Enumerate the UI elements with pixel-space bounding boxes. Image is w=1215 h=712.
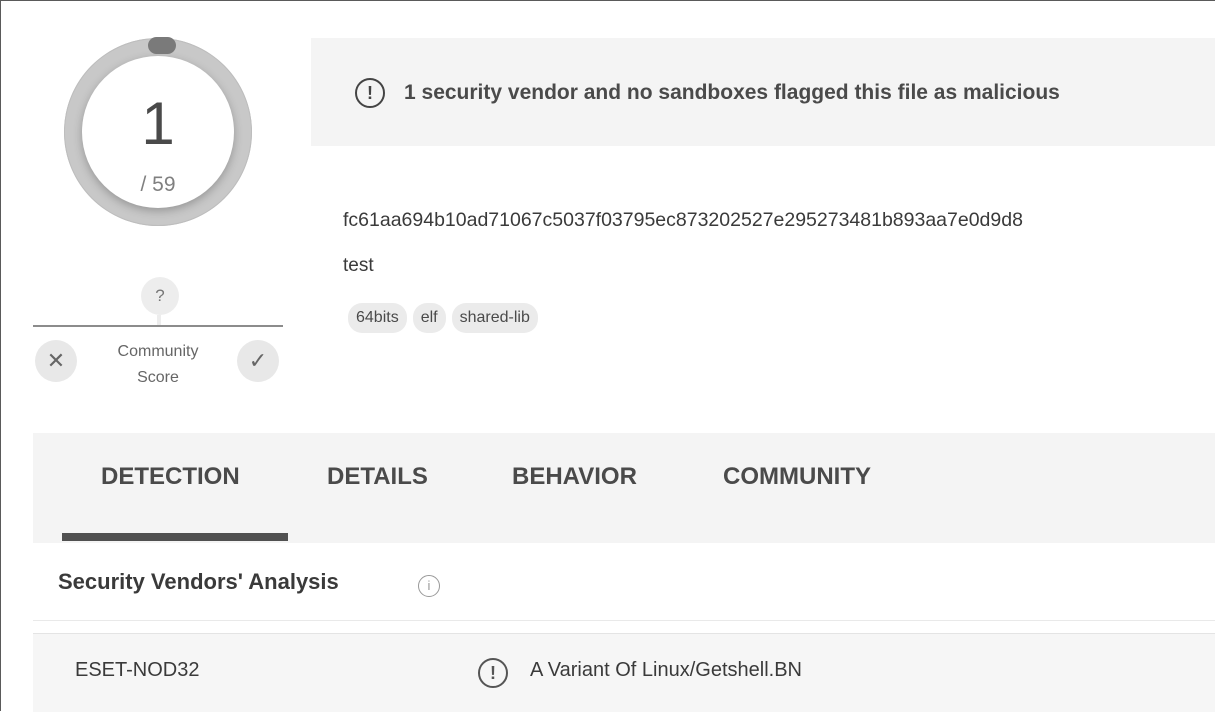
- detection-score-circle: 1 / 59: [82, 56, 234, 208]
- vote-harmless-button[interactable]: ✓: [237, 340, 279, 382]
- vendor-name: ESET-NOD32: [75, 659, 200, 681]
- file-tags: 64bits elf shared-lib: [348, 303, 538, 333]
- community-label-text: Community Score: [117, 343, 199, 386]
- exclamation-circle-icon: !: [478, 658, 508, 688]
- active-tab-indicator: [62, 533, 288, 541]
- page-frame: 1 / 59 ? ✕ Community Score ✓ ! 1 security…: [0, 0, 1215, 712]
- check-icon: ✓: [248, 348, 268, 373]
- score-ring-knob: [148, 37, 176, 54]
- tab-detection[interactable]: DETECTION: [101, 463, 240, 491]
- community-score-value: ?: [141, 277, 179, 315]
- tab-community[interactable]: COMMUNITY: [723, 463, 871, 491]
- detection-count: 1: [141, 90, 175, 157]
- tab-details[interactable]: DETAILS: [327, 463, 428, 491]
- vendor-result: A Variant Of Linux/Getshell.BN: [530, 659, 802, 681]
- report-tabs: DETECTION DETAILS BEHAVIOR COMMUNITY: [33, 433, 1215, 543]
- detection-alert-banner: ! 1 security vendor and no sandboxes fla…: [311, 38, 1215, 146]
- community-score-bar: [33, 325, 283, 327]
- detection-score-ring: 1 / 59: [64, 37, 252, 226]
- detection-alert-text: 1 security vendor and no sandboxes flagg…: [404, 81, 1060, 104]
- file-tag[interactable]: shared-lib: [451, 303, 538, 333]
- file-name: test: [343, 255, 374, 276]
- section-title: Security Vendors' Analysis: [58, 569, 339, 594]
- detection-total: / 59: [140, 173, 176, 196]
- community-score: ? ✕ Community Score ✓: [33, 277, 283, 397]
- close-icon: ✕: [46, 348, 66, 373]
- info-icon[interactable]: i: [418, 575, 440, 597]
- tab-behavior[interactable]: BEHAVIOR: [512, 463, 637, 491]
- community-score-label: Community Score: [93, 339, 223, 391]
- divider: [33, 620, 1215, 621]
- vote-harmful-button[interactable]: ✕: [35, 340, 77, 382]
- file-info-panel: fc61aa694b10ad71067c5037f03795ec87320252…: [311, 146, 1215, 378]
- file-tag[interactable]: 64bits: [348, 303, 407, 333]
- exclamation-circle-icon: !: [355, 78, 385, 108]
- file-tag[interactable]: elf: [412, 303, 446, 333]
- file-hash[interactable]: fc61aa694b10ad71067c5037f03795ec87320252…: [343, 209, 1023, 232]
- table-row: ESET-NOD32 ! A Variant Of Linux/Getshell…: [33, 633, 1215, 712]
